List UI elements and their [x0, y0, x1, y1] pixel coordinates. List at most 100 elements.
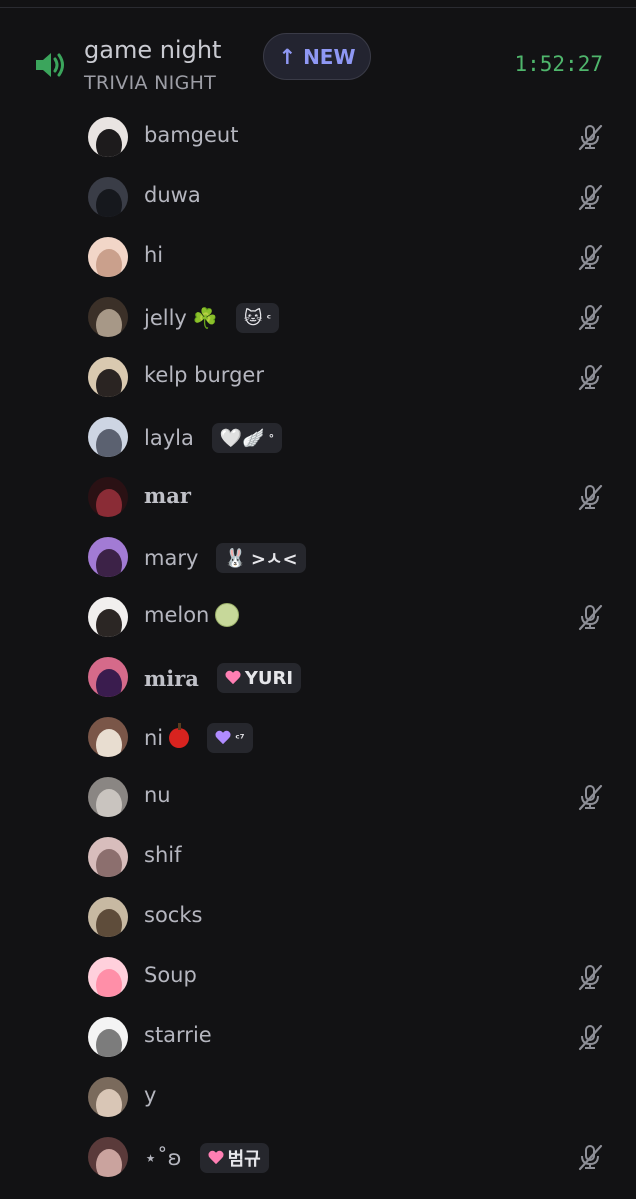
member-name-text: socks	[144, 903, 203, 927]
member-name[interactable]: ni ᶜ⁷	[144, 723, 253, 753]
member-name[interactable]: ⋆˚ʚ 범규	[144, 1143, 269, 1173]
member-row[interactable]: kelp burger	[0, 347, 636, 407]
top-divider	[0, 7, 636, 8]
tag-superscript: °	[268, 431, 275, 445]
member-name-text: duwa	[144, 183, 201, 207]
clover-icon: ☘️	[192, 306, 218, 330]
avatar[interactable]	[88, 297, 128, 337]
member-name[interactable]: Soup	[144, 963, 197, 987]
member-name-text: nu	[144, 783, 171, 807]
member-name-text: starrie	[144, 1023, 212, 1047]
voice-channel-header[interactable]: game night TRIVIA NIGHT ↑ NEW 1:52:27	[0, 30, 636, 100]
avatar[interactable]	[88, 177, 128, 217]
member-row[interactable]: mar	[0, 467, 636, 527]
member-name[interactable]: mar	[144, 483, 191, 508]
avatar[interactable]	[88, 837, 128, 877]
member-row[interactable]: ⋆˚ʚ 범규	[0, 1127, 636, 1187]
member-name-text: ⋆˚ʚ	[144, 1146, 182, 1170]
member-row[interactable]: socks	[0, 887, 636, 947]
member-name-text: ni	[144, 726, 164, 750]
avatar[interactable]	[88, 357, 128, 397]
tag-glyph-icon: 🐰	[224, 547, 247, 569]
microphone-muted-icon	[576, 783, 604, 811]
server-tag[interactable]: 🐰 >ㅅ<	[216, 543, 306, 573]
channel-status: TRIVIA NIGHT	[84, 72, 217, 94]
avatar[interactable]	[88, 597, 128, 637]
member-name[interactable]: bamgeut	[144, 123, 238, 147]
tag-glyph-icon: 🐱	[243, 307, 263, 329]
member-name[interactable]: shif	[144, 843, 181, 867]
member-name-text: mira	[144, 665, 199, 691]
member-name-text: hi	[144, 243, 164, 267]
member-row[interactable]: mira YURI	[0, 647, 636, 707]
member-row[interactable]: starrie	[0, 1007, 636, 1067]
member-name[interactable]: jelly ☘️ 🐱 ᶜ	[144, 303, 280, 333]
server-tag[interactable]: 범규	[199, 1143, 269, 1173]
tag-superscript: ᶜ	[266, 311, 272, 325]
member-row[interactable]: mary 🐰 >ㅅ<	[0, 527, 636, 587]
apple-icon	[169, 723, 190, 748]
member-name[interactable]: starrie	[144, 1023, 212, 1047]
tag-text: YURI	[244, 667, 294, 689]
server-tag[interactable]: ᶜ⁷	[207, 723, 253, 753]
member-row[interactable]: jelly ☘️ 🐱 ᶜ	[0, 287, 636, 347]
microphone-muted-icon	[576, 1143, 604, 1171]
server-tag[interactable]: YURI	[216, 663, 302, 693]
tag-text: >ㅅ<	[250, 549, 298, 570]
member-name[interactable]: duwa	[144, 183, 201, 207]
server-tag[interactable]: 🤍🪽 °	[211, 423, 283, 453]
member-list: bamgeut duwa hi jelly ☘️ 🐱 ᶜ kelp burger layla 🤍🪽…	[0, 107, 636, 1187]
microphone-muted-icon	[576, 483, 604, 511]
avatar[interactable]	[88, 777, 128, 817]
member-name[interactable]: socks	[144, 903, 202, 927]
member-row[interactable]: shif	[0, 827, 636, 887]
avatar[interactable]	[88, 117, 128, 157]
microphone-muted-icon	[576, 363, 604, 391]
member-row[interactable]: duwa	[0, 167, 636, 227]
member-row[interactable]: melon	[0, 587, 636, 647]
avatar[interactable]	[88, 1017, 128, 1057]
speaker-icon	[36, 53, 64, 77]
avatar[interactable]	[88, 957, 128, 997]
microphone-muted-icon	[576, 963, 604, 991]
member-name[interactable]: mira YURI	[144, 663, 302, 693]
member-name[interactable]: hi	[144, 243, 163, 267]
avatar[interactable]	[88, 237, 128, 277]
member-row[interactable]: Soup	[0, 947, 636, 1007]
member-row[interactable]: y	[0, 1067, 636, 1127]
member-row[interactable]: hi	[0, 227, 636, 287]
avatar[interactable]	[88, 717, 128, 757]
microphone-muted-icon	[576, 123, 604, 151]
member-name-text: kelp burger	[144, 363, 264, 387]
microphone-muted-icon	[576, 603, 604, 631]
member-name[interactable]: nu	[144, 783, 171, 807]
channel-name[interactable]: game night	[84, 36, 221, 64]
member-row[interactable]: ni ᶜ⁷	[0, 707, 636, 767]
member-row[interactable]: nu	[0, 767, 636, 827]
new-messages-button[interactable]: ↑ NEW	[263, 33, 371, 80]
server-tag[interactable]: 🐱 ᶜ	[235, 303, 280, 333]
heart-icon	[215, 731, 231, 745]
member-row[interactable]: layla 🤍🪽 °	[0, 407, 636, 467]
member-name[interactable]: layla 🤍🪽 °	[144, 423, 283, 453]
member-name[interactable]: mary 🐰 >ㅅ<	[144, 543, 306, 573]
heart-icon	[208, 1151, 224, 1165]
member-name[interactable]: kelp burger	[144, 363, 264, 387]
microphone-muted-icon	[576, 1023, 604, 1051]
member-name-text: layla	[144, 426, 194, 450]
avatar[interactable]	[88, 1137, 128, 1177]
member-name-text: mar	[144, 483, 191, 508]
member-row[interactable]: bamgeut	[0, 107, 636, 167]
avatar[interactable]	[88, 417, 128, 457]
member-name-text: bamgeut	[144, 123, 239, 147]
member-name-text: Soup	[144, 963, 197, 987]
avatar[interactable]	[88, 537, 128, 577]
member-name[interactable]: y	[144, 1083, 156, 1107]
member-name[interactable]: melon	[144, 603, 240, 627]
avatar[interactable]	[88, 1077, 128, 1117]
new-label: NEW	[303, 44, 356, 69]
avatar[interactable]	[88, 477, 128, 517]
avatar[interactable]	[88, 897, 128, 937]
microphone-muted-icon	[576, 243, 604, 271]
avatar[interactable]	[88, 657, 128, 697]
